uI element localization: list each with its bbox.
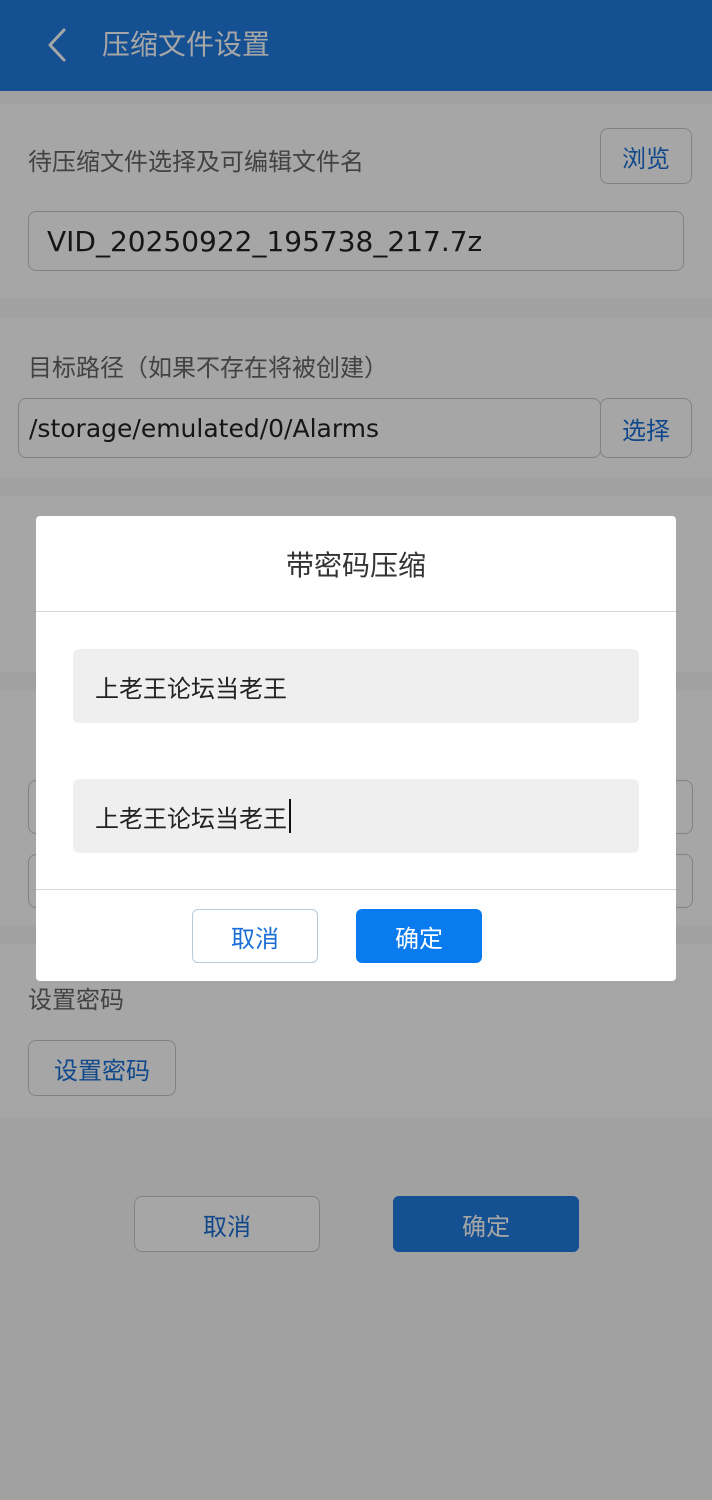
dialog-title: 带密码压缩: [36, 516, 676, 612]
confirm-password-value: 上老王论坛当老王: [95, 804, 287, 833]
password-input[interactable]: 上老王论坛当老王: [73, 649, 639, 723]
password-value: 上老王论坛当老王: [95, 674, 287, 703]
confirm-password-input[interactable]: 上老王论坛当老王: [73, 779, 639, 853]
dialog-cancel-button[interactable]: 取消: [192, 909, 318, 963]
dialog-divider: [36, 889, 676, 890]
password-dialog: 带密码压缩 上老王论坛当老王 上老王论坛当老王 取消 确定: [36, 516, 676, 981]
dialog-confirm-button[interactable]: 确定: [356, 909, 482, 963]
text-cursor: [289, 799, 291, 833]
